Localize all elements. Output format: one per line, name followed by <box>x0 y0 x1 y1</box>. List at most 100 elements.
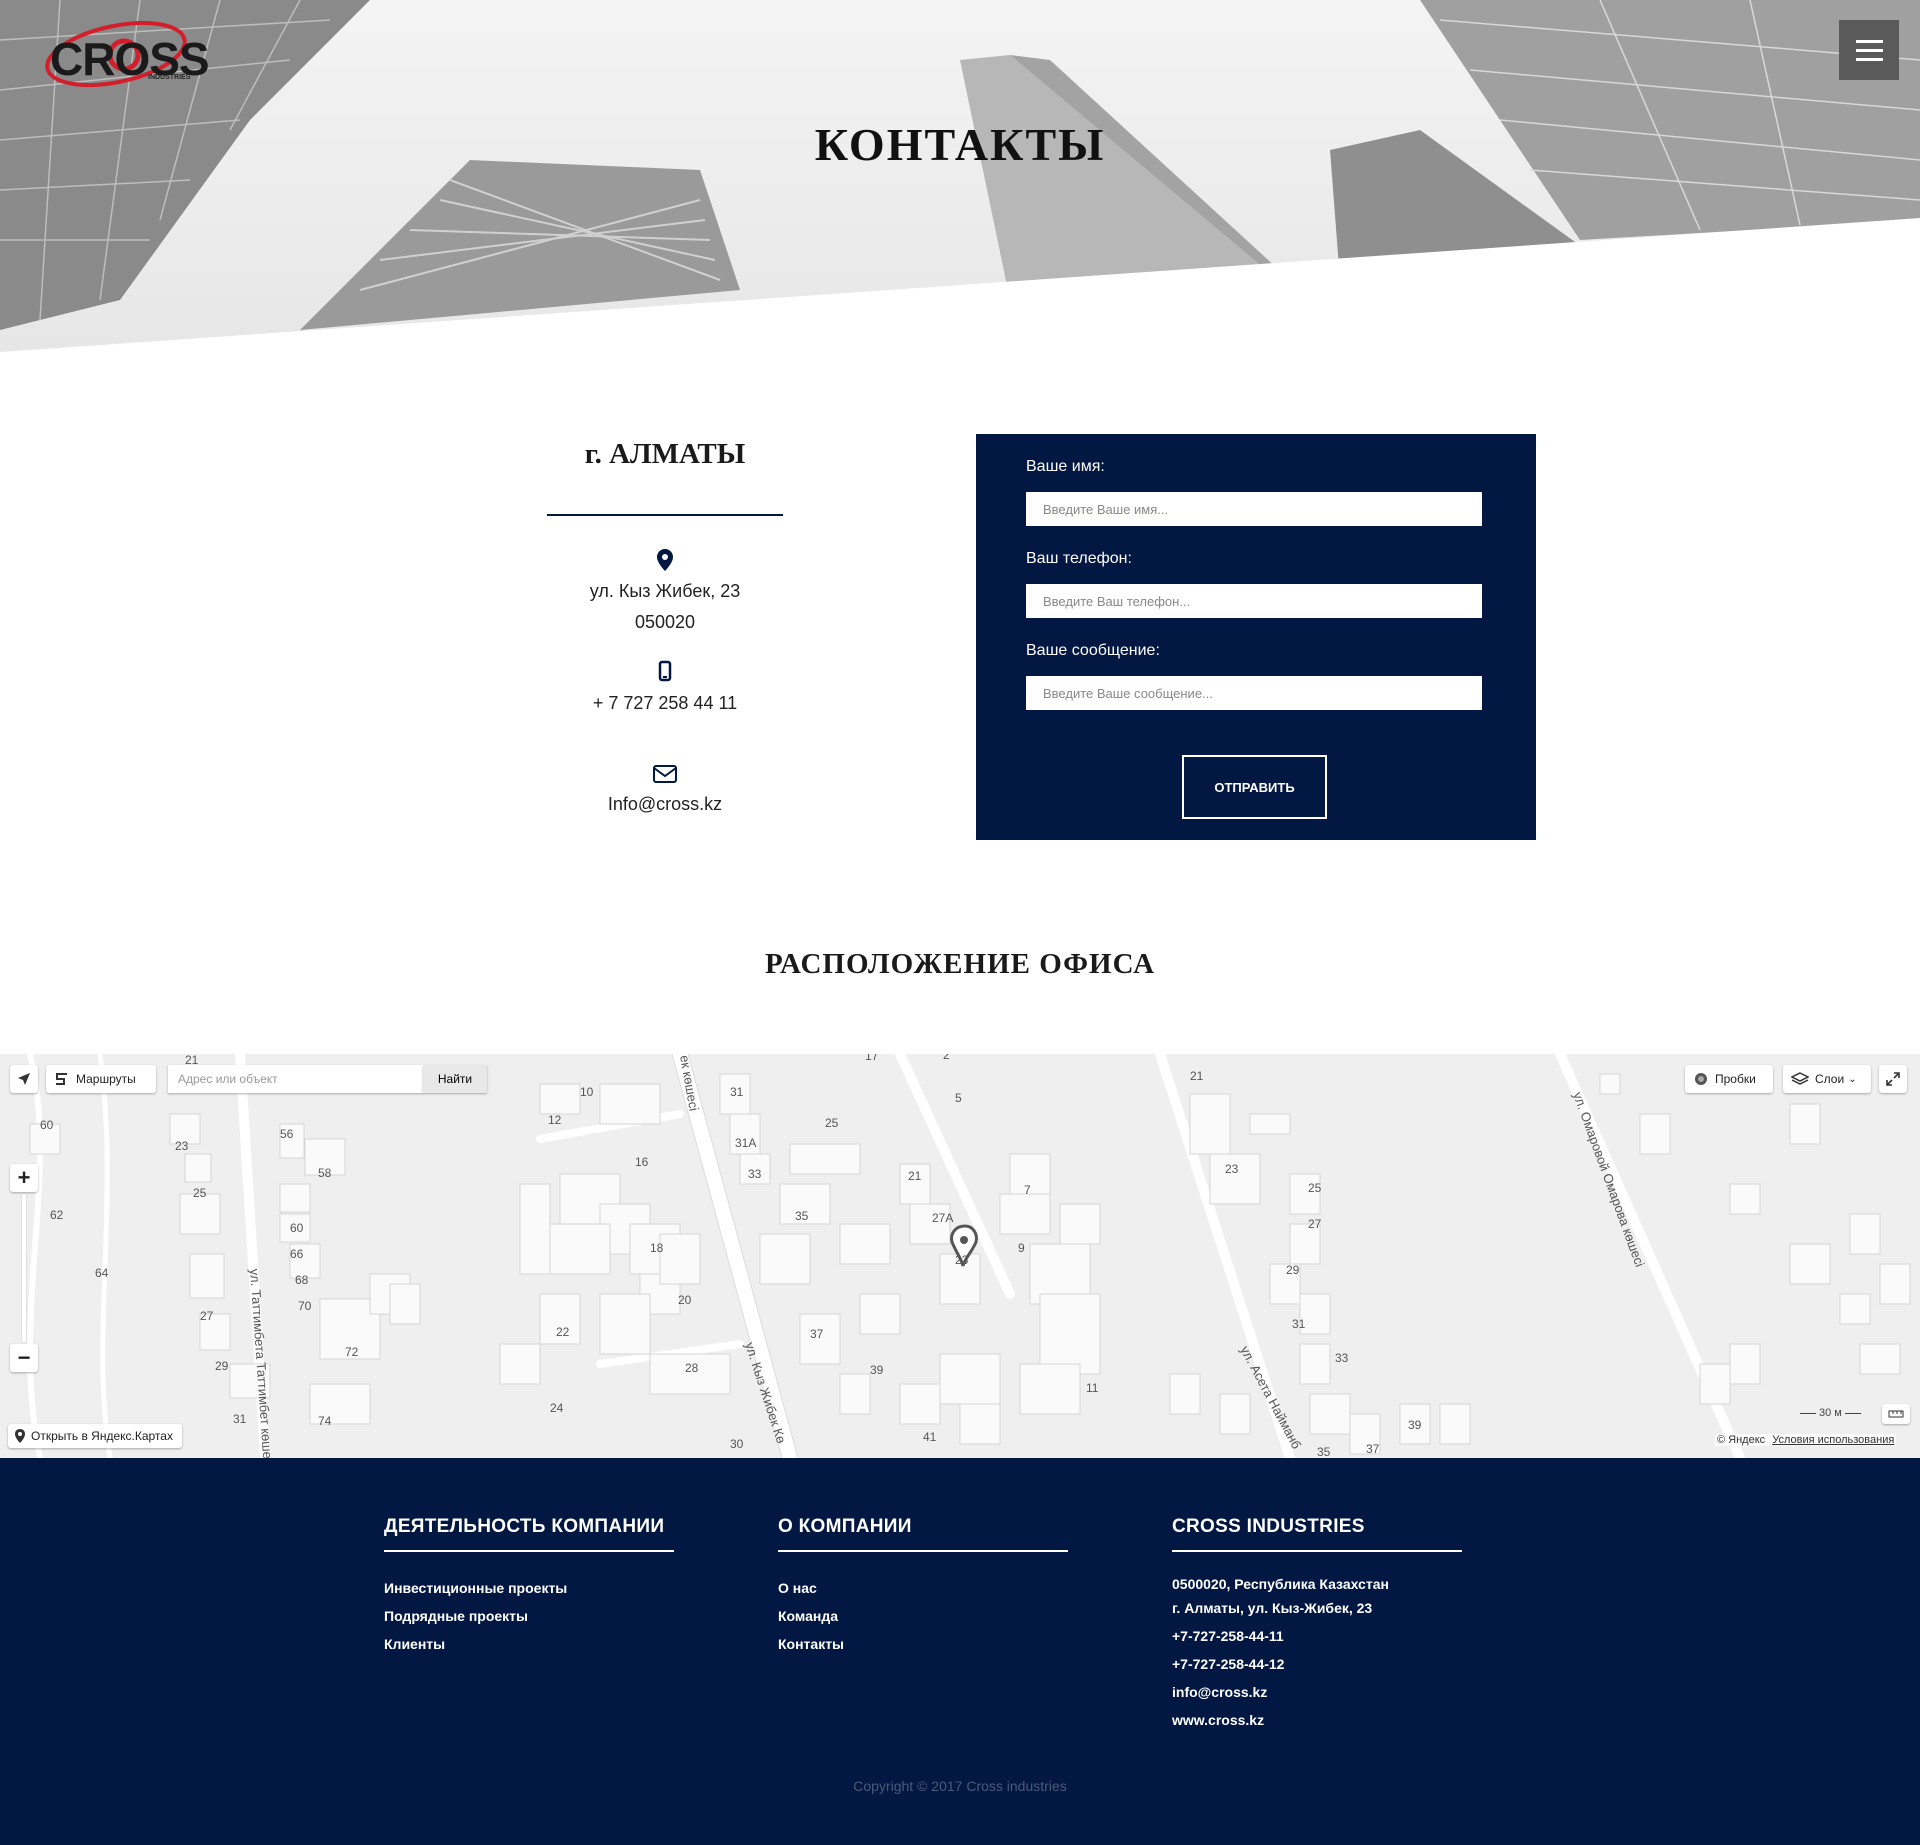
svg-text:17: 17 <box>865 1054 879 1063</box>
phone-text[interactable]: + 7 727 258 44 11 <box>540 688 790 719</box>
svg-text:35: 35 <box>1317 1445 1331 1458</box>
svg-text:29: 29 <box>215 1359 229 1373</box>
svg-text:24: 24 <box>550 1401 564 1415</box>
svg-text:7: 7 <box>1024 1183 1031 1197</box>
svg-text:31: 31 <box>233 1412 247 1426</box>
footer-column-company: CROSS INDUSTRIES 0500020, Республика Каз… <box>1172 1516 1462 1736</box>
company-logo[interactable]: CROSS INDUSTRIES <box>38 18 210 88</box>
message-label: Ваше сообщение: <box>1026 642 1160 659</box>
footer-link-investment[interactable]: Инвестиционные проекты <box>384 1574 674 1602</box>
svg-text:23: 23 <box>175 1139 189 1153</box>
traffic-icon <box>1695 1073 1707 1085</box>
house-number: 60 <box>40 1118 54 1132</box>
map-find-button[interactable]: Найти <box>423 1065 487 1093</box>
mobile-phone-icon <box>658 660 672 682</box>
svg-text:39: 39 <box>870 1363 884 1377</box>
svg-text:23: 23 <box>1225 1162 1239 1176</box>
footer-link-contract[interactable]: Подрядные проекты <box>384 1602 674 1630</box>
map-pin-icon <box>15 1429 25 1443</box>
svg-text:31А: 31А <box>735 1136 756 1150</box>
copyright-text: Copyright © 2017 Cross industries <box>853 1778 1067 1794</box>
scale-label: 30 м <box>1819 1407 1842 1419</box>
footer-link-contacts[interactable]: Контакты <box>778 1630 1068 1658</box>
office-location-title: РАСПОЛОЖЕНИЕ ОФИСА <box>764 948 1156 980</box>
email-link[interactable]: Info@cross.kz <box>540 789 790 820</box>
city-divider <box>547 514 783 516</box>
svg-text:68: 68 <box>295 1273 309 1287</box>
plus-icon: + <box>17 1165 31 1190</box>
map-attribution: © Яндекс Условия использования <box>1715 1434 1897 1446</box>
svg-text:31: 31 <box>730 1085 744 1099</box>
svg-text:27А: 27А <box>932 1211 953 1225</box>
svg-text:72: 72 <box>345 1345 359 1359</box>
footer-phone-1[interactable]: +7-727-258-44-11 <box>1172 1624 1462 1648</box>
svg-text:23: 23 <box>955 1253 969 1267</box>
svg-text:56: 56 <box>280 1127 294 1141</box>
phone-input[interactable] <box>1026 584 1482 618</box>
ruler-button[interactable] <box>1882 1404 1910 1424</box>
message-input[interactable] <box>1026 676 1482 710</box>
svg-text:70: 70 <box>298 1299 312 1313</box>
envelope-icon <box>653 765 677 783</box>
footer: ДЕЯТЕЛЬНОСТЬ КОМПАНИИ Инвестиционные про… <box>0 1458 1920 1845</box>
svg-text:27: 27 <box>1308 1217 1322 1231</box>
phone-label: Ваш телефон: <box>1026 550 1132 567</box>
svg-text:64: 64 <box>95 1266 109 1280</box>
svg-text:33: 33 <box>1335 1351 1349 1365</box>
menu-button[interactable] <box>1839 20 1899 80</box>
layers-button[interactable]: Слои ⌄ <box>1783 1065 1871 1093</box>
ruler-icon <box>1888 1410 1904 1418</box>
footer-heading: О КОМПАНИИ <box>778 1516 1068 1552</box>
svg-text:12: 12 <box>548 1113 562 1127</box>
geolocation-button[interactable] <box>10 1065 38 1093</box>
footer-phone-2[interactable]: +7-727-258-44-12 <box>1172 1652 1462 1676</box>
zoom-slider[interactable] <box>22 1194 26 1342</box>
submit-button[interactable]: ОТПРАВИТЬ <box>1182 755 1327 819</box>
office-map[interactable]: 60 23 25 56 58 62 60 66 68 64 70 27 72 29 31 74… <box>0 1054 1920 1458</box>
footer-link-team[interactable]: Команда <box>778 1602 1068 1630</box>
traffic-button[interactable]: Пробки <box>1685 1065 1773 1093</box>
route-icon <box>56 1073 67 1085</box>
open-in-yandex-link[interactable]: Открыть в Яндекс.Картах <box>8 1424 182 1448</box>
routes-label: Маршруты <box>76 1072 136 1086</box>
svg-text:25: 25 <box>1308 1181 1322 1195</box>
routes-button[interactable]: Маршруты <box>46 1065 156 1093</box>
footer-address-line-2: г. Алматы, ул. Кыз-Жибек, 23 <box>1172 1600 1373 1616</box>
footer-column-activity: ДЕЯТЕЛЬНОСТЬ КОМПАНИИ Инвестиционные про… <box>384 1516 674 1658</box>
footer-email[interactable]: info@cross.kz <box>1172 1680 1462 1704</box>
footer-website[interactable]: www.cross.kz <box>1172 1708 1462 1732</box>
layers-icon <box>1791 1072 1809 1085</box>
location-arrow-icon <box>18 1073 30 1085</box>
svg-text:20: 20 <box>678 1293 692 1307</box>
traffic-label: Пробки <box>1715 1072 1756 1086</box>
svg-text:66: 66 <box>290 1247 304 1261</box>
svg-text:16: 16 <box>635 1155 649 1169</box>
svg-text:35: 35 <box>795 1209 809 1223</box>
svg-text:5: 5 <box>955 1091 962 1105</box>
map-scale: 30 м <box>1800 1407 1874 1419</box>
hero-background-image <box>0 0 1920 360</box>
svg-text:21: 21 <box>1190 1069 1204 1083</box>
fullscreen-button[interactable] <box>1879 1065 1907 1093</box>
logo-subtitle: INDUSTRIES <box>148 74 191 81</box>
hero-banner: CROSS INDUSTRIES КОНТАКТЫ <box>0 0 1920 360</box>
map-tiles[interactable]: 60 2325 5658 6260 6668 6470 2772 2931 74… <box>0 1054 1920 1458</box>
minus-icon: − <box>17 1345 31 1370</box>
map-search-input[interactable] <box>168 1065 423 1093</box>
svg-text:62: 62 <box>50 1208 64 1222</box>
name-label: Ваше имя: <box>1026 458 1105 475</box>
svg-text:31: 31 <box>1292 1317 1306 1331</box>
address-line-2: 050020 <box>634 612 696 632</box>
svg-text:37: 37 <box>1366 1442 1380 1456</box>
svg-text:30: 30 <box>730 1437 744 1451</box>
city-title: г. АЛМАТЫ <box>584 438 746 470</box>
footer-link-about[interactable]: О нас <box>778 1574 1068 1602</box>
name-input[interactable] <box>1026 492 1482 526</box>
zoom-out-button[interactable]: − <box>10 1344 38 1372</box>
page-title: КОНТАКТЫ <box>814 119 1106 170</box>
footer-link-clients[interactable]: Клиенты <box>384 1630 674 1658</box>
open-in-yandex-label: Открыть в Яндекс.Картах <box>31 1429 173 1443</box>
zoom-in-button[interactable]: + <box>10 1164 38 1192</box>
terms-link[interactable]: Условия использования <box>1772 1434 1894 1446</box>
hamburger-icon-line <box>1856 58 1883 61</box>
